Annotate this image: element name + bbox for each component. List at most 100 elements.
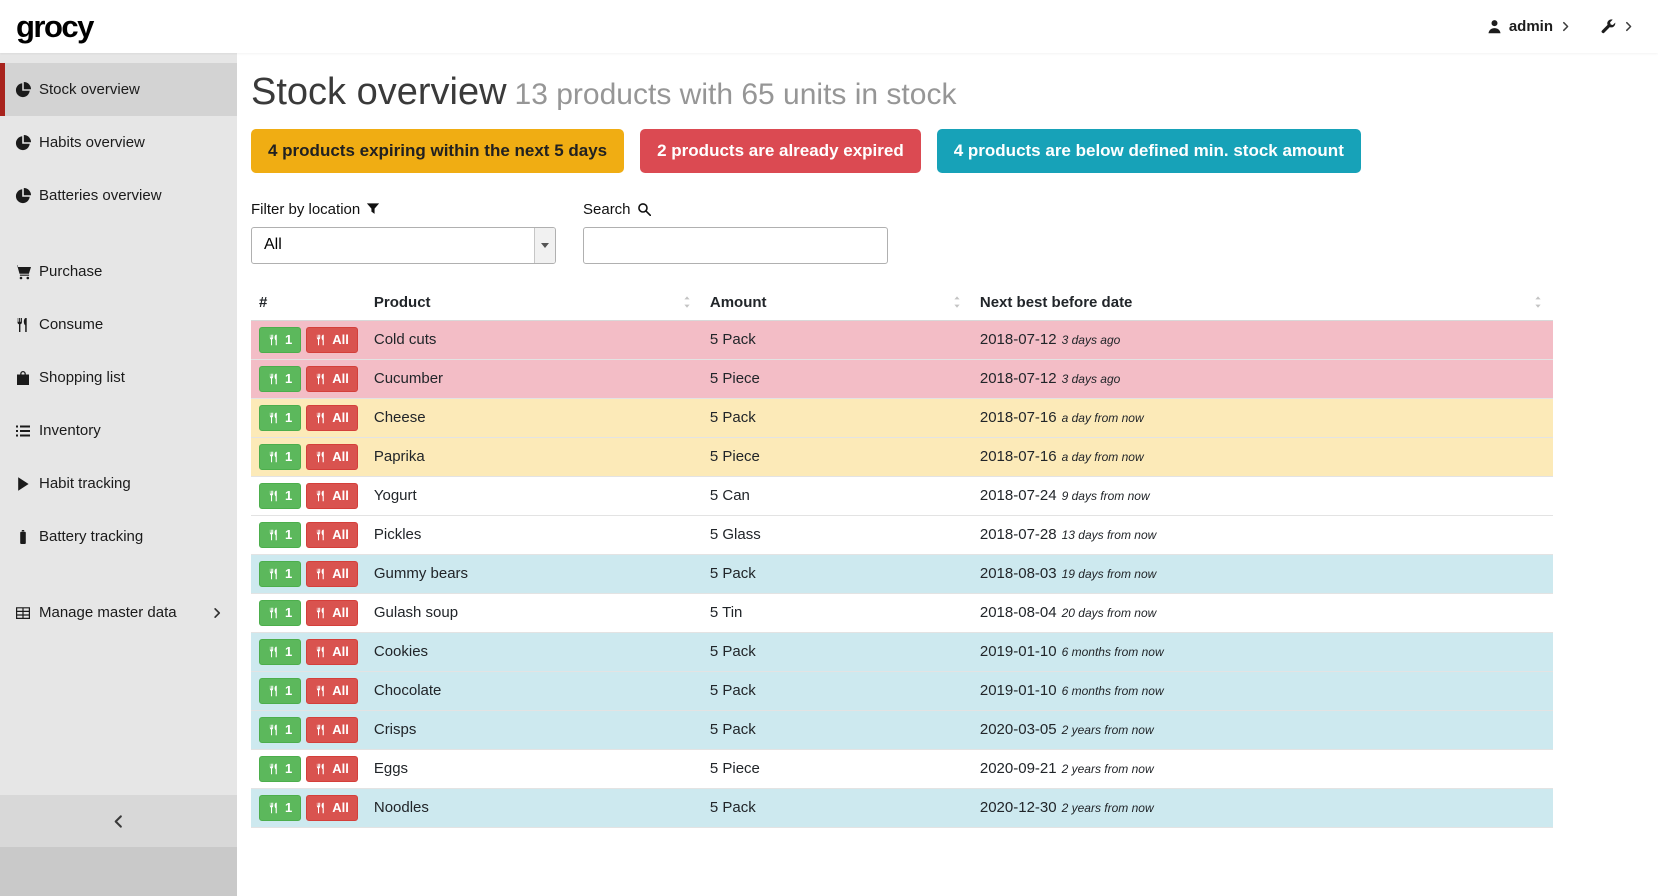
consume-one-button[interactable]: 1 [259,795,301,821]
date-value: 2018-07-24 [980,487,1057,504]
consume-one-button[interactable]: 1 [259,717,301,743]
sidebar-item-shopping-list[interactable]: Shopping list [0,351,237,404]
consume-all-button[interactable]: All [306,522,358,548]
pie-chart-icon [15,135,31,151]
utensils-icon [315,334,327,346]
consume-one-button[interactable]: 1 [259,756,301,782]
sort-icon[interactable] [680,295,694,309]
column-header-best-before[interactable]: Next best before date [972,288,1553,321]
consume-one-button[interactable]: 1 [259,483,301,509]
consume-all-button[interactable]: All [306,405,358,431]
location-select-value: All [252,228,534,263]
app-logo[interactable]: grocy [16,9,93,45]
sidebar-item-label: Purchase [37,263,223,280]
status-badge-expiring[interactable]: 4 products expiring within the next 5 da… [251,129,624,173]
sidebar-collapse-button[interactable] [0,795,237,847]
row-actions: 1All [259,639,358,665]
sidebar-item-label: Manage master data [37,604,205,621]
sidebar-item-consume[interactable]: Consume [0,298,237,351]
sort-icon[interactable] [1531,295,1545,309]
product-name: Cold cuts [366,320,702,359]
button-label: 1 [285,605,292,620]
date-value: 2018-07-16 [980,409,1057,426]
shopping-bag-icon [15,370,31,386]
row-actions: 1All [259,483,358,509]
utensils-icon [315,685,327,697]
row-actions: 1All [259,678,358,704]
product-amount: 5 Can [702,476,972,515]
page-title: Stock overview13 products with 65 units … [251,71,1553,115]
consume-all-button[interactable]: All [306,561,358,587]
column-header-amount[interactable]: Amount [702,288,972,321]
row-actions: 1All [259,795,358,821]
sort-icon[interactable] [950,295,964,309]
search-input[interactable] [583,227,888,264]
sidebar-item-stock-overview[interactable]: Stock overview [0,63,237,116]
product-name: Gummy bears [366,554,702,593]
product-amount: 5 Pack [702,554,972,593]
consume-all-button[interactable]: All [306,717,358,743]
row-actions: 1 All [259,522,358,548]
column-header-product[interactable]: Product [366,288,702,321]
consume-all-button[interactable]: All [306,444,358,470]
date-relative: 2 years from now [1062,723,1154,737]
consume-one-button[interactable]: 1 [259,678,301,704]
consume-one-button[interactable]: 1 [259,522,301,548]
button-label: All [332,527,349,542]
sidebar-item-purchase[interactable]: Purchase [0,245,237,298]
stock-row-cheese: 1AllCheese5 Pack2018-07-16a day from now [251,398,1553,437]
consume-all-button[interactable]: All [306,756,358,782]
consume-all-button[interactable]: All [306,639,358,665]
best-before-date: 2018-07-123 days ago [972,320,1553,359]
consume-all-button[interactable]: All [306,327,358,353]
row-actions: 1All [259,444,358,470]
product-name: Paprika [366,437,702,476]
consume-one-button[interactable]: 1 [259,405,301,431]
status-badge-expired[interactable]: 2 products are already expired [640,129,921,173]
consume-all-button[interactable]: All [306,366,358,392]
button-label: All [332,566,349,581]
consume-one-button[interactable]: 1 [259,366,301,392]
sidebar-item-habits-overview[interactable]: Habits overview [0,116,237,169]
sidebar-item-manage-master-data[interactable]: Manage master data [0,586,237,639]
location-filter-group: Filter by location All [251,201,556,264]
product-name: Pickles [366,515,702,554]
consume-one-button[interactable]: 1 [259,561,301,587]
product-name: Cucumber [366,359,702,398]
sidebar-item-habit-tracking[interactable]: Habit tracking [0,457,237,510]
button-label: All [332,410,349,425]
product-amount: 5 Piece [702,359,972,398]
battery-icon [15,529,31,545]
utensils-icon [315,568,327,580]
consume-one-button[interactable]: 1 [259,444,301,470]
consume-one-button[interactable]: 1 [259,600,301,626]
consume-all-button[interactable]: All [306,600,358,626]
best-before-date: 2019-01-106 months from now [972,671,1553,710]
row-actions: 1All [259,366,358,392]
utensils-icon [268,373,280,385]
location-select[interactable]: All [251,227,556,264]
column-label: # [259,294,267,311]
button-label: 1 [285,527,292,542]
product-amount: 5 Tin [702,593,972,632]
product-name: Cookies [366,632,702,671]
date-value: 2019-01-10 [980,682,1057,699]
top-header: grocy admin [0,0,1658,53]
sidebar-footer [0,847,237,896]
list-icon [15,423,31,439]
product-amount: 5 Piece [702,749,972,788]
status-badge-below-min[interactable]: 4 products are below defined min. stock … [937,129,1361,173]
stock-row-cucumber: 1AllCucumber5 Piece2018-07-123 days ago [251,359,1553,398]
consume-one-button[interactable]: 1 [259,327,301,353]
consume-all-button[interactable]: All [306,795,358,821]
sidebar-item-batteries-overview[interactable]: Batteries overview [0,169,237,222]
user-menu[interactable]: admin [1487,18,1571,35]
table-icon [15,605,31,621]
settings-menu[interactable] [1601,19,1634,34]
consume-all-button[interactable]: All [306,678,358,704]
consume-all-button[interactable]: All [306,483,358,509]
sidebar-item-inventory[interactable]: Inventory [0,404,237,457]
product-amount: 5 Pack [702,398,972,437]
consume-one-button[interactable]: 1 [259,639,301,665]
sidebar-item-battery-tracking[interactable]: Battery tracking [0,510,237,563]
